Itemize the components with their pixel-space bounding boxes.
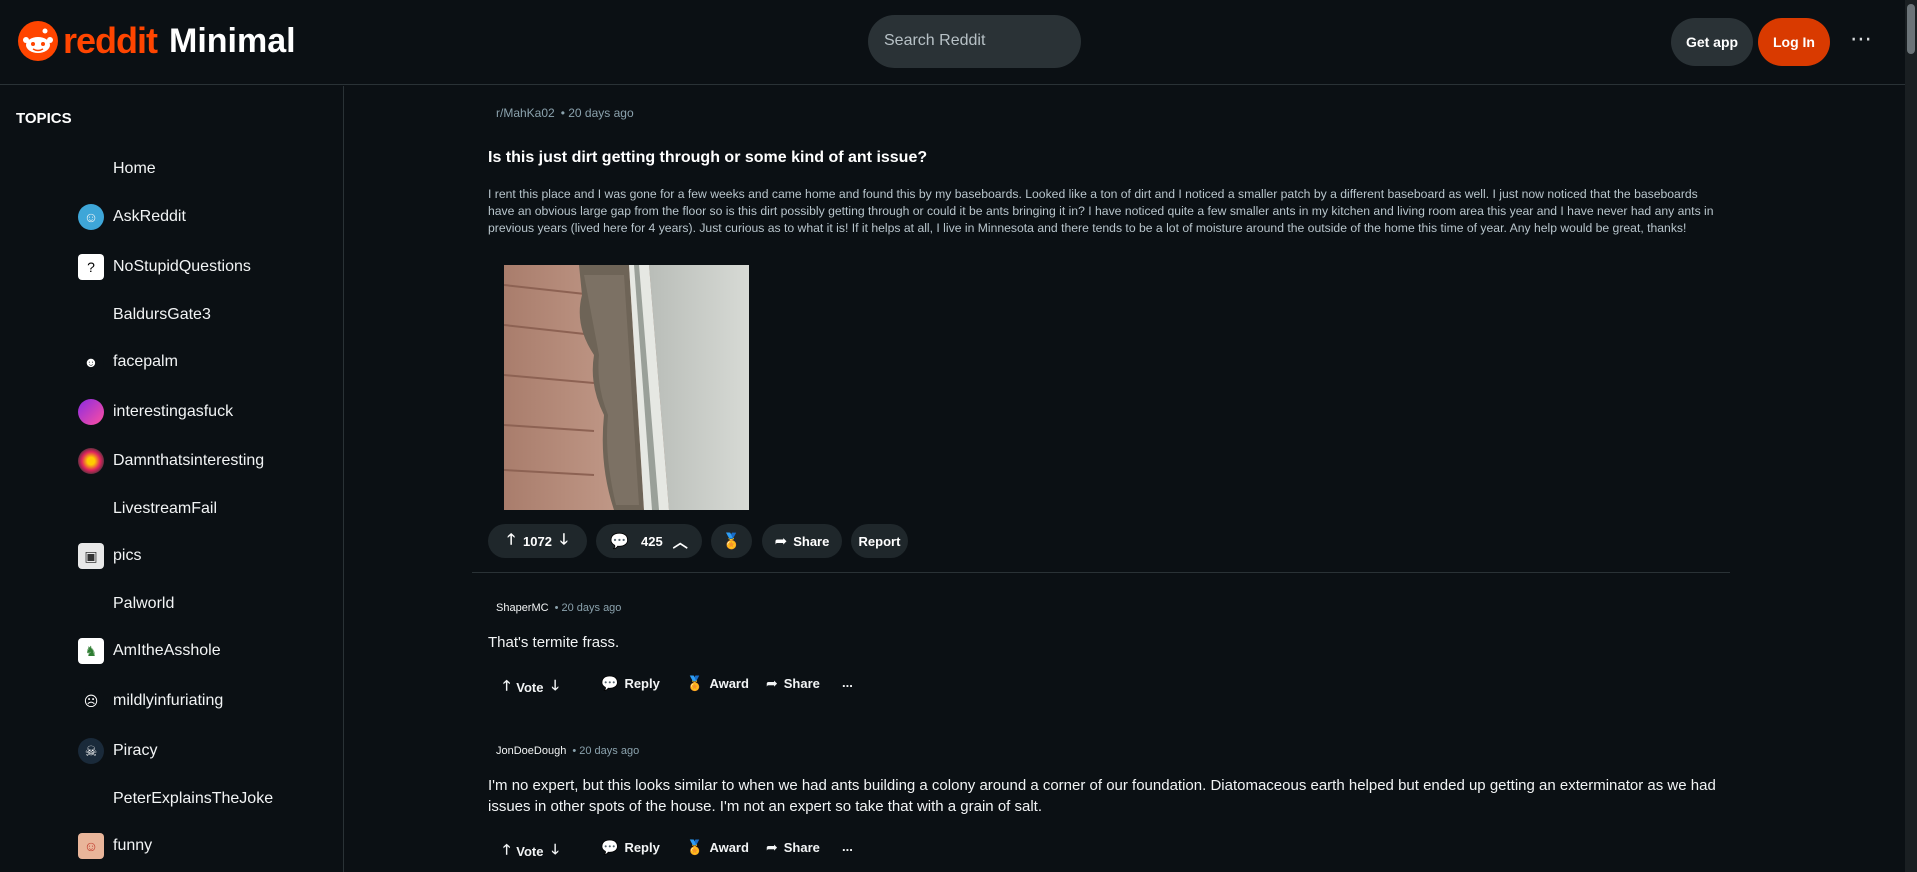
post-meta: r/MahKa02 • 20 days ago (496, 106, 634, 120)
reply-button[interactable]: 💬 Reply (601, 839, 660, 856)
sidebar: TOPICS Home ☺ AskReddit ? NoStupidQuesti… (0, 86, 344, 872)
post-divider (472, 572, 1730, 573)
award-button[interactable]: 🏅 Award (686, 675, 749, 692)
comment-meta: JonDoeDough • 20 days ago (496, 745, 639, 757)
reddit-snoo-icon (18, 21, 58, 61)
logo-wordmark: reddit (63, 20, 158, 61)
pics-avatar-icon: ▣ (78, 543, 104, 569)
post-image[interactable] (504, 265, 749, 510)
share-label: Share (783, 840, 820, 855)
question-icon: ? (78, 254, 104, 280)
comment-author[interactable]: ShaperMC (496, 602, 549, 614)
upvote-icon[interactable]: 🡑 (503, 675, 510, 699)
vote-count: 1072 (523, 533, 552, 549)
post-body: I rent this place and I was gone for a f… (488, 187, 1714, 235)
reply-label: Reply (624, 840, 660, 855)
reply-button[interactable]: 💬 Reply (601, 675, 660, 692)
scrollbar-thumb[interactable] (1907, 4, 1915, 54)
sidebar-item-label: mildlyinfuriating (113, 692, 224, 709)
comment-time: • 20 days ago (554, 602, 622, 614)
sidebar-item-label: BaldursGate3 (113, 306, 211, 323)
sidebar-item-label: interestingasfuck (113, 403, 234, 420)
sidebar-item-label: Damnthatsinteresting (113, 452, 265, 469)
downvote-icon[interactable]: 🡓 (560, 529, 568, 554)
share-label: Share (783, 676, 820, 691)
downvote-icon[interactable]: 🡓 (552, 839, 559, 863)
topics-heading: TOPICS (16, 110, 72, 127)
damn-avatar-icon (78, 448, 104, 474)
reply-icon: 💬 (601, 675, 619, 691)
log-in-button[interactable]: Log In (1758, 18, 1830, 66)
sidebar-item-label: PeterExplainsTheJoke (113, 790, 274, 807)
sidebar-item-label: Piracy (113, 742, 158, 759)
sidebar-item-label: AskReddit (113, 208, 186, 225)
comment-icon: 💬 (610, 533, 629, 550)
more-options-icon[interactable]: ⋯ (1850, 26, 1873, 52)
get-app-button[interactable]: Get app (1671, 18, 1753, 66)
logo-subtitle: Minimal (169, 21, 296, 60)
sidebar-item-label: facepalm (113, 353, 178, 370)
sidebar-item-label: funny (113, 837, 153, 854)
comment-author[interactable]: JonDoeDough (496, 745, 566, 757)
sidebar-item-label: AmItheAsshole (113, 642, 221, 659)
aita-avatar-icon: ♞ (78, 638, 104, 664)
search-input[interactable]: Search Reddit (868, 15, 1081, 68)
chevron-up-icon: ︿ (672, 533, 688, 551)
sidebar-item-label: NoStupidQuestions (113, 258, 251, 275)
reddit-logo[interactable]: reddit Minimal (18, 20, 296, 62)
more-options-icon[interactable]: ... (842, 675, 853, 690)
post-time: • 20 days ago (560, 106, 634, 120)
facepalm-avatar-icon: ☻ (78, 349, 104, 375)
reply-icon: 💬 (601, 839, 619, 855)
comment-text: I'm no expert, but this looks similar to… (488, 777, 1716, 815)
baseboard-photo (504, 265, 749, 510)
share-button[interactable]: ➦ Share (766, 839, 820, 856)
sidebar-item-label: Home (113, 160, 156, 177)
comment-vote[interactable]: 🡑 Vote 🡓 (503, 839, 559, 863)
comment-text: That's termite frass. (488, 634, 620, 651)
report-button[interactable]: Report (851, 524, 908, 558)
interesting-avatar-icon (78, 399, 104, 425)
subreddit-link[interactable]: r/MahKa02 (496, 106, 555, 120)
award-icon: 🏅 (686, 839, 704, 855)
comment-vote[interactable]: 🡑 Vote 🡓 (503, 675, 559, 699)
reply-label: Reply (624, 676, 660, 691)
main-content: r/MahKa02 • 20 days ago Is this just dirt… (345, 86, 1905, 872)
upvote-icon[interactable]: 🡑 (503, 839, 510, 863)
award-label: Award (709, 676, 749, 691)
share-button[interactable]: ➦ Share (766, 675, 820, 692)
share-icon: ➦ (774, 533, 788, 550)
share-button[interactable]: ➦ Share (762, 524, 842, 558)
sidebar-item-label: pics (113, 547, 142, 564)
share-label: Share (793, 533, 830, 549)
page-scrollbar[interactable] (1905, 0, 1917, 872)
sidebar-item-label: LivestreamFail (113, 500, 218, 517)
upvote-icon[interactable]: 🡑 (507, 529, 515, 554)
downvote-icon[interactable]: 🡓 (552, 675, 559, 699)
report-label: Report (858, 533, 901, 549)
vote-control[interactable]: 🡑 1072 🡓 (488, 524, 587, 558)
award-button[interactable]: 🏅 Award (686, 839, 749, 856)
sidebar-item-label: Palworld (113, 595, 175, 612)
award-icon: 🏅 (686, 675, 704, 691)
more-options-icon[interactable]: ... (842, 839, 853, 854)
skull-icon: ☠ (78, 738, 104, 764)
comment-meta: ShaperMC • 20 days ago (496, 602, 621, 614)
share-icon: ➦ (766, 675, 778, 691)
post-title[interactable]: Is this just dirt getting through or som… (488, 149, 927, 167)
award-label: Award (709, 840, 749, 855)
askreddit-avatar-icon: ☺ (78, 204, 104, 230)
vote-label: Vote (516, 843, 544, 859)
comment-count: 425 (640, 533, 663, 549)
comment-time: • 20 days ago (572, 745, 640, 757)
funny-avatar-icon: ☺ (78, 833, 104, 859)
comments-button[interactable]: 💬 425 ︿ (596, 524, 702, 558)
vote-label: Vote (516, 679, 544, 695)
mildly-avatar-icon: ☹ (78, 688, 104, 714)
share-icon: ➦ (766, 839, 778, 855)
award-icon: 🏅 (722, 533, 741, 550)
award-button[interactable]: 🏅 (711, 524, 752, 558)
top-header: reddit Minimal Search Reddit Get app Log… (0, 0, 1905, 85)
